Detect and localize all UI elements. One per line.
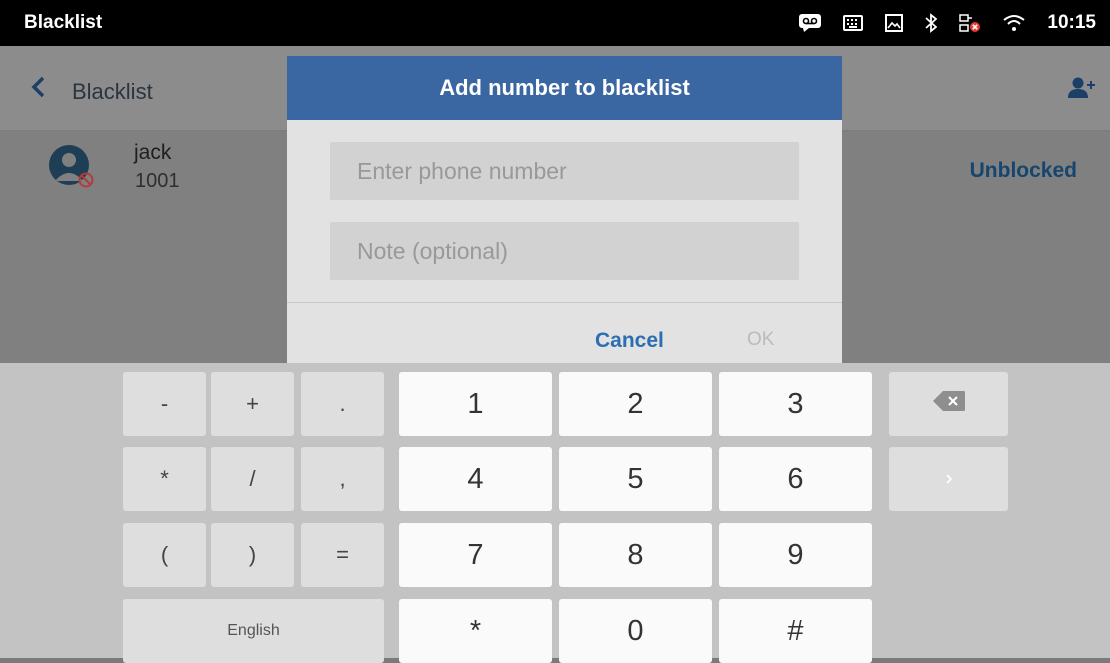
phone-number-input[interactable] <box>330 142 799 200</box>
key-equals[interactable]: = <box>301 523 384 587</box>
cancel-button[interactable]: Cancel <box>595 329 664 353</box>
app-bar-title[interactable]: Blacklist <box>72 79 153 105</box>
note-field-wrapper <box>330 222 799 280</box>
backspace-icon <box>932 390 966 418</box>
key-6[interactable]: 6 <box>719 447 872 511</box>
phone-number-field-wrapper <box>330 142 799 200</box>
key-open-paren[interactable]: ( <box>123 523 206 587</box>
key-minus[interactable]: - <box>123 372 206 436</box>
dialog-title: Add number to blacklist <box>287 56 842 120</box>
bluetooth-icon <box>925 13 938 33</box>
key-close-paren[interactable]: ) <box>211 523 294 587</box>
language-key[interactable]: English <box>123 599 384 663</box>
backspace-key[interactable] <box>889 372 1008 436</box>
key-period[interactable]: . <box>301 372 384 436</box>
status-app-title: Blacklist <box>24 12 103 33</box>
unblock-button[interactable]: Unblocked <box>970 159 1077 183</box>
key-hash[interactable]: # <box>719 599 872 663</box>
contact-name: jack <box>134 141 172 164</box>
image-icon <box>885 14 904 32</box>
key-8[interactable]: 8 <box>559 523 712 587</box>
key-2[interactable]: 2 <box>559 372 712 436</box>
key-3[interactable]: 3 <box>719 372 872 436</box>
voicemail-icon <box>799 14 822 32</box>
key-asterisk-symbol[interactable]: * <box>123 447 206 511</box>
key-9[interactable]: 9 <box>719 523 872 587</box>
note-input[interactable] <box>330 222 799 280</box>
next-key[interactable] <box>889 447 1008 511</box>
numeric-keyboard: - + . 1 2 3 * / , 4 5 6 ( ) = 7 8 9 Engl… <box>0 363 1110 663</box>
key-comma[interactable]: , <box>301 447 384 511</box>
back-arrow-icon[interactable] <box>30 76 46 103</box>
key-star[interactable]: * <box>399 599 552 663</box>
key-5[interactable]: 5 <box>559 447 712 511</box>
ok-button[interactable]: OK <box>747 329 774 351</box>
blocked-icon <box>78 172 94 188</box>
key-0[interactable]: 0 <box>559 599 712 663</box>
key-slash[interactable]: / <box>211 447 294 511</box>
add-contact-icon[interactable] <box>1068 76 1096 105</box>
wifi-icon <box>1003 14 1026 32</box>
keyboard-icon <box>843 15 864 31</box>
dialog-divider <box>287 302 842 303</box>
add-number-dialog: Add number to blacklist Cancel OK <box>287 56 842 364</box>
key-1[interactable]: 1 <box>399 372 552 436</box>
chevron-right-icon <box>944 466 954 492</box>
key-4[interactable]: 4 <box>399 447 552 511</box>
contact-number: 1001 <box>135 170 180 192</box>
status-bar: Blacklist 10:15 <box>0 0 1110 46</box>
network-error-icon <box>959 13 981 33</box>
key-plus[interactable]: + <box>211 372 294 436</box>
key-7[interactable]: 7 <box>399 523 552 587</box>
status-time: 10:15 <box>1047 12 1096 33</box>
